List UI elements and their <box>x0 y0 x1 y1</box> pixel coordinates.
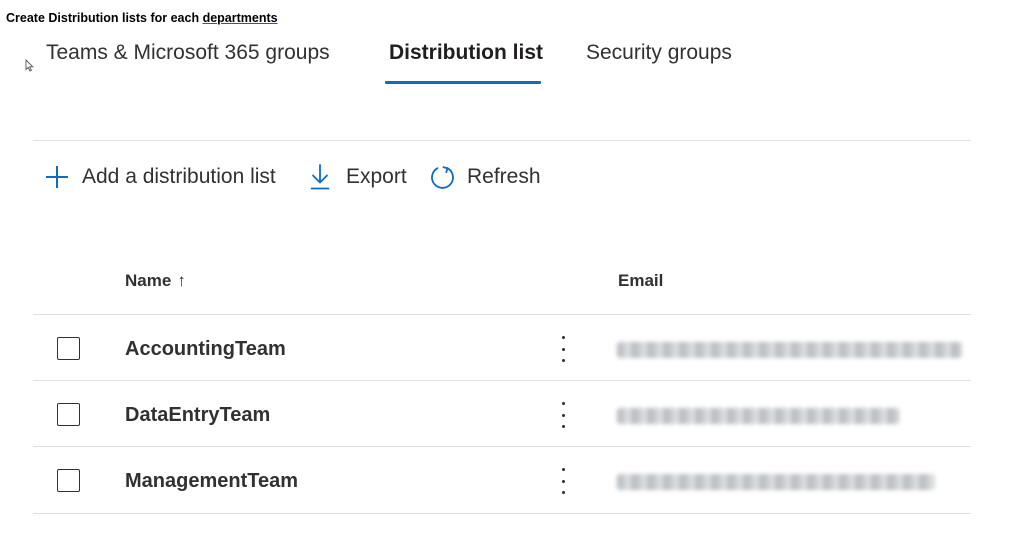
tab-label: Security groups <box>586 41 732 64</box>
toolbar-divider <box>33 140 971 141</box>
column-header-email-label: Email <box>618 271 664 290</box>
more-options-icon[interactable] <box>556 468 570 494</box>
plus-icon <box>46 166 68 188</box>
active-tab-indicator <box>385 81 541 84</box>
tab-teams-microsoft-365-groups[interactable]: Teams & Microsoft 365 groups <box>46 41 330 65</box>
refresh-label: Refresh <box>467 165 541 188</box>
column-header-name-label: Name <box>125 271 172 290</box>
email-redacted <box>617 342 962 358</box>
tab-label: Teams & Microsoft 365 groups <box>46 41 330 64</box>
row-divider <box>33 513 971 514</box>
row-checkbox[interactable] <box>57 337 80 360</box>
add-distribution-list-label: Add a distribution list <box>82 165 276 188</box>
column-header-email[interactable]: Email <box>618 271 663 291</box>
row-divider <box>33 380 971 381</box>
row-checkbox[interactable] <box>57 403 80 426</box>
row-checkbox[interactable] <box>57 469 80 492</box>
more-options-icon[interactable] <box>556 336 570 362</box>
export-button[interactable]: Export <box>310 162 407 192</box>
column-header-name[interactable]: Name ↑ <box>125 271 186 291</box>
group-name[interactable]: AccountingTeam <box>125 338 286 361</box>
download-icon <box>310 164 330 190</box>
more-options-icon[interactable] <box>556 402 570 428</box>
header-divider <box>33 314 971 315</box>
tab-distribution-list[interactable]: Distribution list <box>389 41 543 65</box>
sort-ascending-icon: ↑ <box>177 271 186 290</box>
document-caption: Create Distribution lists for each depar… <box>6 11 278 25</box>
row-divider <box>33 446 971 447</box>
tab-security-groups[interactable]: Security groups <box>586 41 732 65</box>
caption-text: Create Distribution lists for each <box>6 11 203 25</box>
caption-link[interactable]: departments <box>203 11 278 25</box>
refresh-icon <box>431 165 454 189</box>
tab-label: Distribution list <box>389 41 543 64</box>
refresh-button[interactable]: Refresh <box>429 162 541 192</box>
group-name[interactable]: DataEntryTeam <box>125 404 270 427</box>
export-label: Export <box>346 165 407 188</box>
group-name[interactable]: ManagementTeam <box>125 470 298 493</box>
add-distribution-list-button[interactable]: Add a distribution list <box>44 162 276 192</box>
mouse-cursor-icon <box>25 59 34 72</box>
email-redacted <box>617 474 935 490</box>
email-redacted <box>617 408 900 424</box>
